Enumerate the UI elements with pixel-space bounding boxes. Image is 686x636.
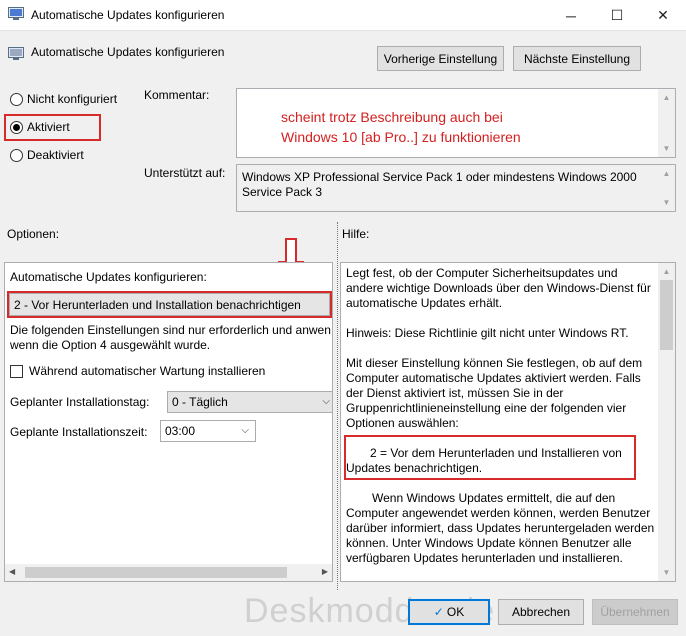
- policy-title: Automatische Updates konfigurieren: [31, 45, 225, 59]
- help-option-2: 2 = Vor dem Herunterladen und Installier…: [346, 446, 622, 475]
- minimize-icon[interactable]: ─: [548, 0, 594, 31]
- ok-button[interactable]: ✓ OK: [408, 599, 490, 625]
- comment-scrollbar[interactable]: ▲ ▼: [658, 89, 675, 157]
- scroll-down-icon[interactable]: ▼: [658, 564, 675, 581]
- day-select-value: 0 - Täglich: [172, 395, 228, 409]
- comment-textarea[interactable]: scheint trotz Beschreibung auch bei Wind…: [236, 88, 676, 158]
- scroll-up-icon[interactable]: ▲: [658, 165, 675, 182]
- radio-button[interactable]: [10, 148, 23, 162]
- radio-button[interactable]: [10, 120, 23, 134]
- radio-label: Aktiviert: [27, 120, 70, 134]
- options-label: Optionen:: [7, 227, 60, 241]
- chevron-down-icon: ⌵: [322, 396, 330, 407]
- time-select[interactable]: 03:00 ⌵: [160, 420, 256, 442]
- comment-line: scheint trotz Beschreibung auch bei: [281, 109, 503, 125]
- comment-line: Windows 10 [ab Pro..] zu funktionieren: [281, 129, 521, 145]
- scroll-left-icon[interactable]: ◀: [9, 567, 15, 576]
- scroll-up-icon[interactable]: ▲: [658, 89, 675, 106]
- maintenance-checkbox-row[interactable]: Während automatischer Wartung installier…: [10, 364, 265, 378]
- splitter[interactable]: [337, 222, 338, 590]
- time-select-value: 03:00: [165, 424, 196, 438]
- chevron-down-icon: ⌵: [241, 425, 249, 436]
- help-pane: Legt fest, ob der Computer Sicherheitsup…: [340, 262, 676, 582]
- scroll-right-icon[interactable]: ▶: [322, 567, 328, 576]
- maintenance-checkbox-label: Während automatischer Wartung installier…: [29, 364, 266, 378]
- comment-label: Kommentar:: [144, 88, 210, 102]
- help-paragraph: Mit dieser Einstellung können Sie festle…: [346, 356, 643, 430]
- options-pane: Automatische Updates konfigurieren: 2 - …: [4, 262, 333, 582]
- scroll-up-icon[interactable]: ▲: [658, 263, 675, 280]
- help-paragraph: Hinweis: Diese Richtlinie gilt nicht unt…: [346, 326, 629, 340]
- radio-disabled[interactable]: Deaktiviert: [10, 146, 84, 164]
- checkbox[interactable]: [10, 364, 23, 378]
- next-setting-button[interactable]: Nächste Einstellung: [513, 46, 641, 71]
- help-scrollbar[interactable]: ▲ ▼: [658, 263, 675, 581]
- supported-text: Windows XP Professional Service Pack 1 o…: [242, 170, 637, 199]
- configure-select-value: 2 - Vor Herunterladen und Installation b…: [14, 297, 301, 312]
- supported-label: Unterstützt auf:: [144, 166, 226, 180]
- maximize-icon[interactable]: ☐: [594, 0, 640, 31]
- options-hscrollbar[interactable]: ◀ ▶: [5, 564, 332, 581]
- configure-label: Automatische Updates konfigurieren:: [10, 270, 207, 284]
- ok-icon: ✓: [433, 605, 444, 619]
- cancel-button[interactable]: Abbrechen: [498, 599, 584, 625]
- time-label: Geplante Installationszeit:: [10, 425, 148, 439]
- radio-label: Deaktiviert: [27, 148, 84, 162]
- configure-select[interactable]: 2 - Vor Herunterladen und Installation b…: [9, 293, 330, 316]
- options-note: Die folgenden Einstellungen sind nur erf…: [10, 323, 331, 352]
- scroll-thumb[interactable]: [660, 280, 673, 350]
- title-bar: Automatische Updates konfigurieren ─ ☐ ✕: [0, 0, 686, 31]
- radio-not-configured[interactable]: Nicht konfiguriert: [10, 90, 117, 108]
- help-paragraph: Legt fest, ob der Computer Sicherheitsup…: [346, 266, 651, 310]
- supported-box: Windows XP Professional Service Pack 1 o…: [236, 164, 676, 212]
- window-title: Automatische Updates konfigurieren: [31, 8, 225, 22]
- day-label: Geplanter Installationstag:: [10, 395, 150, 409]
- previous-setting-button[interactable]: Vorherige Einstellung: [377, 46, 504, 71]
- apply-button[interactable]: Übernehmen: [592, 599, 678, 625]
- supported-scrollbar[interactable]: ▲ ▼: [658, 165, 675, 211]
- radio-button[interactable]: [10, 92, 23, 106]
- radio-label: Nicht konfiguriert: [27, 92, 118, 106]
- close-icon[interactable]: ✕: [640, 0, 686, 31]
- radio-enabled[interactable]: Aktiviert: [10, 118, 70, 136]
- scroll-down-icon[interactable]: ▼: [658, 140, 675, 157]
- day-select[interactable]: 0 - Täglich ⌵: [167, 391, 332, 413]
- help-label: Hilfe:: [342, 227, 370, 241]
- help-paragraph: Wenn Windows Updates ermittelt, die auf …: [346, 491, 655, 565]
- scroll-down-icon[interactable]: ▼: [658, 194, 675, 211]
- scroll-thumb[interactable]: [25, 567, 287, 578]
- policy-icon: [8, 47, 24, 60]
- policy-icon: [8, 7, 24, 20]
